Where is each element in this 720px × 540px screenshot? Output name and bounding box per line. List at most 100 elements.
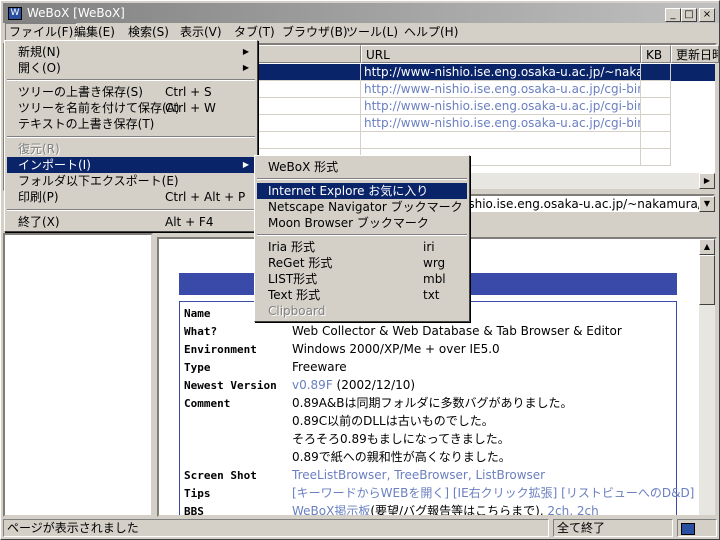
version-link[interactable]: v0.89F (292, 378, 333, 392)
row-url: http://www-nishio.ise.eng.osaka-u.ac.jp/… (361, 64, 641, 81)
info-label: Tips (184, 487, 211, 500)
import-webox[interactable]: WeBoX 形式 (257, 159, 467, 175)
info-value: 0.89で紙への親和性が高くなりました。 (292, 450, 511, 464)
import-submenu: WeBoX 形式 Internet Explore お気に入り Netscape… (254, 155, 470, 322)
import-clipboard: Clipboard (257, 303, 467, 319)
column-header-updated[interactable]: 更新日時 (671, 45, 719, 63)
page-vscrollbar[interactable]: ▲ (699, 239, 715, 515)
info-label: Environment (184, 343, 257, 356)
info-table: Name What? Environment Type Newest Versi… (179, 301, 694, 517)
bbs-note: (要望/バグ報告等はこちらまで), (370, 504, 548, 517)
menu-item-label: Netscape Navigator ブックマーク (268, 200, 463, 214)
menu-item-label: Moon Browser ブックマーク (268, 216, 429, 230)
menu-tools[interactable]: ツール(L) (343, 23, 401, 42)
import-moon-browser[interactable]: Moon Browser ブックマーク (257, 215, 467, 231)
menu-item-label: LIST形式 (268, 272, 318, 286)
import-list[interactable]: LIST形式 mbl (257, 271, 467, 287)
column-header-url[interactable]: URL (361, 45, 641, 63)
address-field[interactable]: ishio.ise.eng.osaka-u.ac.jp/~nakamura/we… (461, 194, 715, 214)
menu-item-label: Iria 形式 (268, 240, 315, 254)
menu-item-open[interactable]: 開く(O) ▶ (7, 60, 255, 76)
info-label-name: Name (184, 307, 211, 320)
menu-item-label: テキストの上書き保存(T) (18, 117, 155, 131)
column-header-kb[interactable]: KB (641, 45, 671, 63)
info-label: What? (184, 325, 218, 338)
menu-item-shortcut: Ctrl + W (165, 101, 216, 115)
menu-item-exit[interactable]: 終了(X) Alt + F4 (7, 214, 255, 230)
menu-browser[interactable]: ブラウザ(B) (279, 23, 351, 42)
screenshot-links[interactable]: TreeListBrowser, TreeBrowser, ListBrowse… (292, 466, 545, 484)
row-url: http://www-nishio.ise.eng.osaka-u.ac.jp/… (361, 115, 641, 132)
menu-item-label: インポート(I) (18, 158, 91, 172)
import-reget[interactable]: ReGet 形式 wrg (257, 255, 467, 271)
info-label: Newest Version (184, 379, 277, 392)
menu-item-label: Internet Explore お気に入り (268, 184, 429, 198)
submenu-arrow-icon: ▶ (242, 47, 249, 56)
submenu-arrow-icon: ▶ (242, 63, 249, 72)
row-kb (641, 64, 671, 81)
status-message: ページが表示されました (3, 519, 549, 537)
tree-pane[interactable] (3, 233, 153, 517)
menu-item-shortcut: Ctrl + Alt + P (165, 190, 246, 204)
menu-item-ext: iri (423, 240, 435, 254)
menu-item-label: フォルダ以下エクスポート(E) (18, 174, 179, 188)
menu-item-new[interactable]: 新規(N) ▶ (7, 44, 255, 60)
row-kb (641, 81, 671, 98)
menu-item-label: 印刷(P) (18, 190, 59, 204)
tips-links[interactable]: [キーワードからWEBを開く] [IE右クリック拡張] [リストビューへのD&D… (292, 484, 694, 502)
info-label: Comment (184, 397, 231, 410)
submenu-arrow-icon: ▶ (242, 160, 249, 169)
menu-item-label: Clipboard (268, 304, 326, 318)
menu-item-save-tree[interactable]: ツリーの上書き保存(S) Ctrl + S (7, 84, 255, 100)
info-value: Web Collector & Web Database & Tab Brows… (292, 324, 622, 338)
menu-help[interactable]: ヘルプ(H) (401, 23, 461, 42)
row-kb (641, 98, 671, 115)
menu-item-print[interactable]: 印刷(P) Ctrl + Alt + P (7, 189, 255, 205)
row-url (361, 132, 641, 149)
info-value: そろそろ0.89もましになってきました。 (292, 432, 510, 446)
bbs-link[interactable]: WeBoX掲示板 (292, 504, 370, 515)
address-dropdown-button[interactable]: ▼ (699, 196, 715, 212)
menu-item-label: 復元(R) (18, 142, 60, 156)
info-label: Screen Shot (184, 469, 257, 482)
import-text[interactable]: Text 形式 txt (257, 287, 467, 303)
info-value: 0.89C以前のDLLは古いものでした。 (292, 414, 494, 428)
menu-separator (7, 136, 255, 138)
menu-item-ext: txt (423, 288, 440, 302)
menu-item-label: ツリーを名前を付けて保存(A) (18, 101, 180, 115)
menu-separator (257, 234, 467, 236)
title-bar[interactable]: W WeBoX [WeBoX] _ □ × (3, 3, 719, 23)
menu-item-save-tree-as[interactable]: ツリーを名前を付けて保存(A) Ctrl + W (7, 100, 255, 116)
menu-item-restore: 復元(R) (7, 141, 255, 157)
row-url: http://www-nishio.ise.eng.osaka-u.ac.jp/… (361, 81, 641, 98)
row-url: http://www-nishio.ise.eng.osaka-u.ac.jp/… (361, 98, 641, 115)
info-label: Type (184, 361, 211, 374)
close-button[interactable]: × (699, 8, 715, 22)
scroll-up-button[interactable]: ▲ (699, 239, 715, 255)
info-value: v0.89F (2002/12/10) (292, 376, 415, 394)
file-menu: 新規(N) ▶ 開く(O) ▶ ツリーの上書き保存(S) Ctrl + S ツリーを名… (4, 40, 258, 232)
import-netscape[interactable]: Netscape Navigator ブックマーク (257, 199, 467, 215)
menu-item-label: Text 形式 (268, 288, 321, 302)
info-value: Windows 2000/XP/Me + over IE5.0 (292, 342, 500, 356)
import-iria[interactable]: Iria 形式 iri (257, 239, 467, 255)
scroll-right-button[interactable]: ▶ (699, 173, 715, 189)
menu-item-export[interactable]: フォルダ以下エクスポート(E) (7, 173, 255, 189)
menu-item-label: 新規(N) (18, 45, 61, 59)
maximize-button[interactable]: □ (681, 8, 697, 22)
network-icon (681, 523, 695, 535)
menu-separator (7, 79, 255, 81)
menu-item-import[interactable]: インポート(I) ▶ (7, 157, 255, 173)
minimize-button[interactable]: _ (665, 8, 681, 22)
status-right: 全て終了 (553, 519, 673, 537)
menu-item-label: ツリーの上書き保存(S) (18, 85, 143, 99)
2ch-links[interactable]: 2ch, 2ch (547, 504, 598, 515)
import-ie-favorites[interactable]: Internet Explore お気に入り (257, 183, 467, 199)
menu-item-label: 終了(X) (18, 215, 60, 229)
info-value: 0.89A&Bは同期フォルダに多数バグがありました。 (292, 396, 573, 410)
menu-item-save-text[interactable]: テキストの上書き保存(T) (7, 116, 255, 132)
scroll-thumb[interactable] (699, 255, 715, 305)
menu-separator (7, 209, 255, 211)
menu-item-label: ReGet 形式 (268, 256, 333, 270)
app-icon[interactable]: W (8, 7, 22, 20)
